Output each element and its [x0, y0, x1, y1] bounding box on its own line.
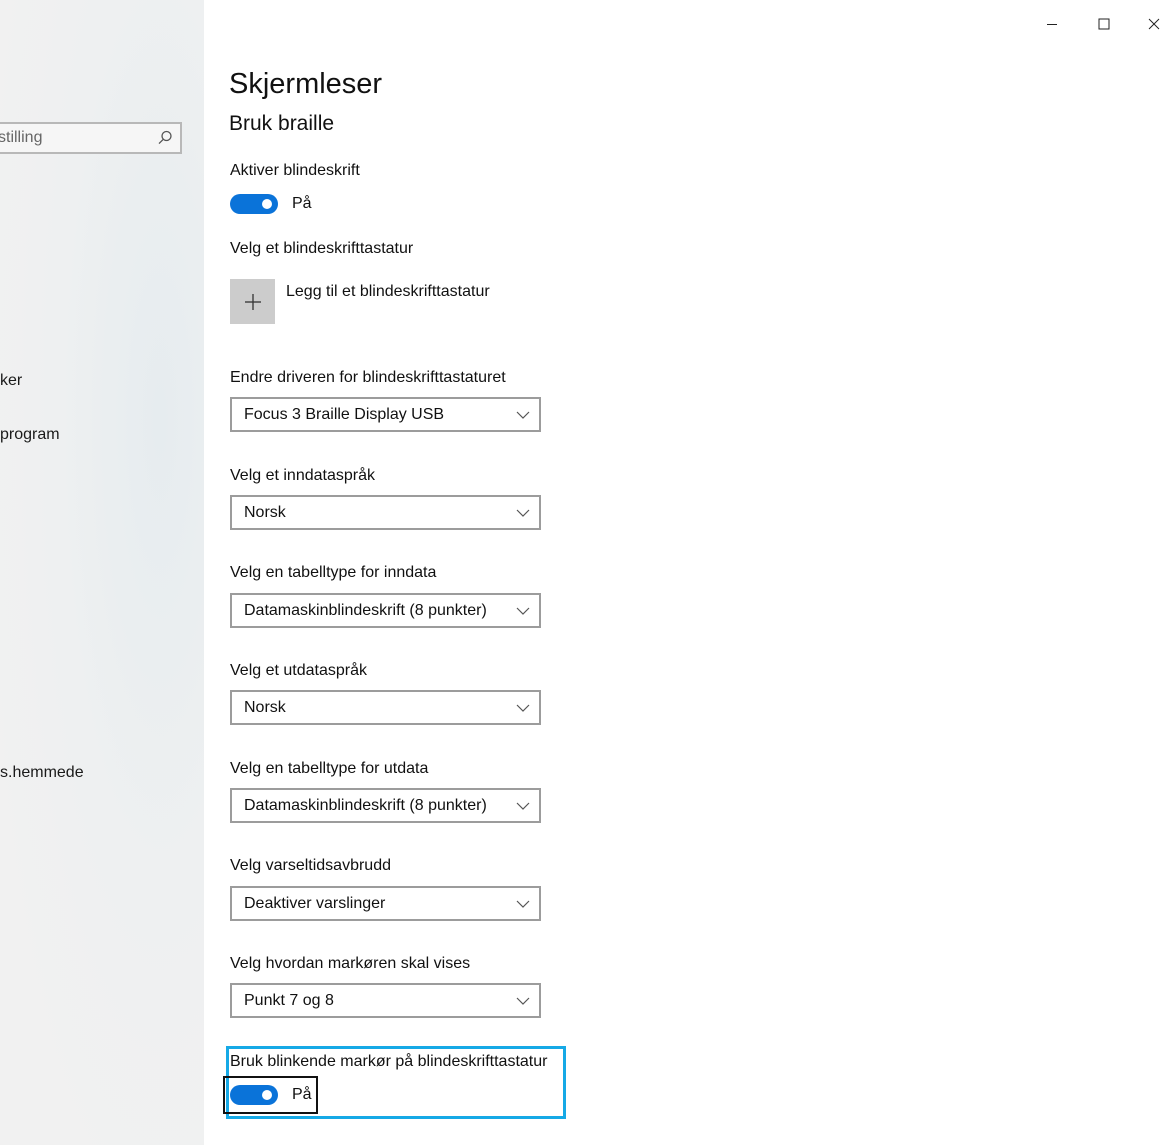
enable-braille-label: Aktiver blindeskrift [230, 162, 360, 179]
notification-timeout-label: Velg varseltidsavbrudd [230, 857, 391, 874]
maximize-button[interactable] [1086, 8, 1122, 40]
chevron-down-icon [516, 802, 530, 810]
output-table-label: Velg en tabelltype for utdata [230, 760, 429, 777]
output-language-dropdown[interactable]: Norsk [230, 690, 541, 725]
blinking-cursor-toggle[interactable] [230, 1085, 278, 1105]
search-input[interactable] [0, 124, 148, 152]
driver-value: Focus 3 Braille Display USB [244, 406, 445, 423]
cursor-display-label: Velg hvordan markøren skal vises [230, 955, 471, 972]
chevron-down-icon [516, 411, 530, 419]
input-language-value: Norsk [244, 504, 286, 521]
output-language-label: Velg et utdataspråk [230, 662, 367, 679]
sidebar-item-2[interactable]: program [0, 426, 60, 444]
sidebar-item-3[interactable]: s.hemmede [0, 764, 84, 782]
chevron-down-icon [516, 509, 530, 517]
maximize-icon [1098, 18, 1110, 30]
input-language-dropdown[interactable]: Norsk [230, 495, 541, 530]
close-icon [1148, 18, 1160, 30]
add-keyboard-label[interactable]: Legg til et blindeskrifttastatur [286, 283, 490, 301]
search-icon[interactable] [156, 129, 174, 147]
output-language-value: Norsk [244, 699, 286, 716]
chevron-down-icon [516, 607, 530, 615]
add-keyboard-button[interactable] [230, 279, 275, 324]
enable-braille-toggle[interactable] [230, 194, 278, 214]
blinking-cursor-state: På [292, 1086, 312, 1103]
chevron-down-icon [516, 900, 530, 908]
enable-braille-state: På [292, 195, 312, 212]
output-table-value: Datamaskinblindeskrift (8 punkter) [244, 797, 487, 814]
search-box[interactable] [0, 122, 182, 154]
driver-dropdown[interactable]: Focus 3 Braille Display USB [230, 397, 541, 432]
chevron-down-icon [516, 704, 530, 712]
cursor-display-value: Punkt 7 og 8 [244, 992, 334, 1009]
blinking-cursor-label: Bruk blinkende markør på blindeskrifttas… [230, 1053, 548, 1070]
page-title: Skjermleser [229, 68, 383, 100]
cursor-display-dropdown[interactable]: Punkt 7 og 8 [230, 983, 541, 1018]
notification-timeout-value: Deaktiver varslinger [244, 895, 386, 912]
input-table-dropdown[interactable]: Datamaskinblindeskrift (8 punkter) [230, 593, 541, 628]
choose-keyboard-label: Velg et blindeskrifttastatur [230, 240, 414, 257]
driver-label: Endre driveren for blindeskrifttastature… [230, 369, 506, 386]
section-title: Bruk braille [229, 112, 335, 135]
notification-timeout-dropdown[interactable]: Deaktiver varslinger [230, 886, 541, 921]
minimize-button[interactable] [1034, 8, 1070, 40]
input-table-value: Datamaskinblindeskrift (8 punkter) [244, 602, 487, 619]
sidebar-item-1[interactable]: ker [0, 372, 22, 390]
input-language-label: Velg et inndataspråk [230, 467, 375, 484]
output-table-dropdown[interactable]: Datamaskinblindeskrift (8 punkter) [230, 788, 541, 823]
close-button[interactable] [1136, 8, 1161, 40]
sidebar: ker program s.hemmede [0, 0, 204, 1145]
minimize-icon [1047, 24, 1057, 25]
chevron-down-icon [516, 997, 530, 1005]
plus-icon [244, 293, 261, 310]
input-table-label: Velg en tabelltype for inndata [230, 564, 437, 581]
